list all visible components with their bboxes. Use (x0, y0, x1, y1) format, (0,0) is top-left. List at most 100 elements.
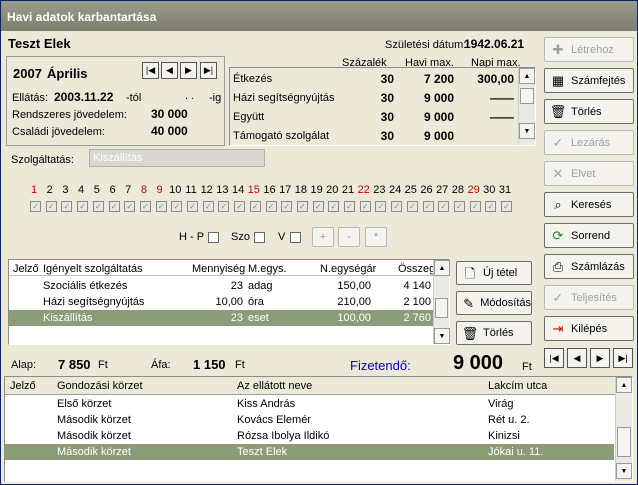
delete-item-button[interactable]: 🗑 Törlés (456, 321, 532, 345)
day-checkbox[interactable]: ✓ (187, 201, 198, 212)
item-row[interactable]: Házi segítségnyújtás 10,00 óra 210,00 2 100 (9, 294, 433, 310)
plus-button[interactable]: + (312, 227, 334, 247)
day-checkbox[interactable]: ✓ (453, 201, 465, 212)
day-checkbox[interactable]: ✓ (485, 201, 497, 212)
search-button[interactable]: ⌕ Keresés (544, 192, 634, 217)
day-checkbox[interactable]: ✓ (92, 201, 104, 212)
day-checkbox[interactable]: ✓ (171, 201, 183, 212)
day-checkbox[interactable]: ✓ (249, 201, 261, 212)
day-checkbox[interactable]: ✓ (391, 201, 403, 212)
client-row[interactable]: Második körzet Rózsa Ibolya Ildikó Kinizsi (5, 428, 614, 444)
complete-label: Teljesítés (571, 291, 617, 304)
day-checkbox[interactable]: ✓ (218, 201, 230, 212)
order-button[interactable]: ⟳ Sorrend (544, 223, 634, 248)
exit-button[interactable]: ⇥ Kilépés (544, 316, 634, 341)
list-scroll-up-icon[interactable]: ▲ (616, 377, 632, 393)
day-checkbox[interactable]: ✓ (422, 201, 434, 212)
exit-label: Kilépés (571, 322, 608, 335)
from-suffix: -tól (126, 92, 142, 104)
day-checkbox[interactable]: ✓ (281, 201, 293, 212)
last-record-button[interactable]: ▶| (613, 348, 633, 368)
service-table-scrollbar[interactable]: ▲ ▼ (518, 68, 535, 145)
star-button[interactable]: * (365, 227, 387, 247)
day-checkbox[interactable]: ✓ (77, 201, 89, 212)
client-district: Második körzet (57, 430, 131, 442)
trash-icon: 🗑 (461, 325, 479, 341)
prev-month-button[interactable]: ◀ (161, 62, 178, 79)
day-number: 22 (357, 184, 370, 196)
day-checkbox[interactable]: ✓ (108, 201, 120, 212)
day-number: 24 (388, 184, 402, 196)
item-row[interactable]: Kiszállítás 23 eset 100,00 2 760 (9, 310, 433, 326)
weekday-checkbox[interactable] (208, 232, 219, 243)
items-scroll-thumb[interactable] (435, 298, 448, 318)
billing-button[interactable]: ⎙ Számlázás (544, 254, 634, 279)
client-street: Virág (488, 398, 514, 410)
delete-button[interactable]: 🗑 Törlés (544, 99, 634, 124)
service-filter-input[interactable]: Kiszállítás (89, 149, 265, 167)
day-checkbox[interactable]: ✓ (344, 201, 355, 212)
day-checkbox[interactable]: ✓ (45, 201, 57, 212)
sunday-checkbox[interactable] (290, 232, 301, 243)
day-checkbox[interactable]: ✓ (124, 201, 136, 212)
new-item-button[interactable]: 🗋 Új tétel (456, 261, 532, 285)
saturday-checkbox[interactable] (254, 232, 265, 243)
close-button[interactable]: ✓ Lezárás (544, 130, 634, 155)
items-scrollbar[interactable]: ▲ ▼ (433, 260, 450, 344)
day-checkbox[interactable]: ✓ (312, 201, 324, 212)
day-checkbox[interactable]: ✓ (139, 201, 151, 212)
day-checkbox[interactable]: ✓ (30, 201, 41, 212)
header-button[interactable]: ▦ Számfejtés (544, 68, 634, 93)
day-checkbox[interactable]: ✓ (202, 201, 214, 212)
complete-button[interactable]: ✓ Teljesítés (544, 285, 634, 310)
day-checkbox[interactable]: ✓ (406, 201, 418, 212)
items-col-total: Összeg (398, 263, 436, 275)
client-row[interactable]: Első körzet Kiss András Virág (5, 396, 614, 412)
items-scroll-down-icon[interactable]: ▼ (434, 328, 450, 344)
day-checkbox[interactable]: ✓ (501, 201, 512, 212)
day-checkbox[interactable]: ✓ (296, 201, 308, 212)
day-number: 25 (404, 184, 417, 196)
first-month-button[interactable]: |◀ (142, 62, 159, 79)
day-checkbox[interactable]: ✓ (328, 201, 340, 212)
day-checkbox[interactable]: ✓ (155, 201, 167, 212)
scroll-up-icon[interactable]: ▲ (519, 68, 535, 84)
create-button[interactable]: ✚ Létrehoz (544, 37, 634, 62)
day-checkbox[interactable]: ✓ (375, 201, 387, 212)
prev-record-button[interactable]: ◀ (567, 348, 587, 368)
client-list-scrollbar[interactable]: ▲ ▼ (615, 377, 632, 481)
new-item-label: Új tétel (483, 267, 518, 279)
day-checkbox[interactable]: ✓ (438, 201, 450, 212)
item-row[interactable]: Szociális étkezés 23 adag 150,00 4 140 (9, 278, 433, 294)
header-label: Számfejtés (571, 74, 626, 87)
delete-label: Törlés (571, 105, 602, 118)
client-row[interactable]: Második körzet Teszt Elek Jókai u. 11. (5, 444, 614, 460)
day-number: 31 (498, 184, 512, 196)
first-record-button[interactable]: |◀ (544, 348, 564, 368)
next-record-button[interactable]: ▶ (590, 348, 610, 368)
list-col-flag: Jelző (10, 380, 36, 392)
scroll-thumb[interactable] (520, 88, 534, 104)
service-limit-row: Együtt 30 9 000 —— (230, 109, 518, 127)
items-scroll-up-icon[interactable]: ▲ (434, 260, 450, 276)
day-checkbox[interactable]: ✓ (469, 201, 481, 212)
day-checkbox[interactable]: ✓ (265, 201, 277, 212)
client-name: Teszt Elek (237, 446, 288, 458)
client-name: Kiss András (237, 398, 296, 410)
list-scroll-down-icon[interactable]: ▼ (616, 463, 632, 479)
modify-item-button[interactable]: ✎ Módosítás (456, 291, 532, 315)
day-checkbox[interactable]: ✓ (234, 201, 246, 212)
discard-button[interactable]: ✕ Elvet (544, 161, 634, 186)
client-row[interactable]: Második körzet Kovács Elemér Rét u. 2. (5, 412, 614, 428)
service-daily-max: —— (490, 91, 514, 105)
day-checkbox[interactable]: ✓ (61, 201, 73, 212)
day-number: 9 (156, 184, 163, 196)
item-price: 210,00 (337, 296, 371, 308)
order-label: Sorrend (571, 229, 611, 242)
list-scroll-thumb[interactable] (617, 427, 631, 457)
day-checkbox[interactable]: ✓ (359, 201, 371, 212)
last-month-button[interactable]: ▶| (200, 62, 217, 79)
minus-button[interactable]: - (338, 227, 360, 247)
scroll-down-icon[interactable]: ▼ (519, 123, 535, 139)
next-month-button[interactable]: ▶ (180, 62, 197, 79)
